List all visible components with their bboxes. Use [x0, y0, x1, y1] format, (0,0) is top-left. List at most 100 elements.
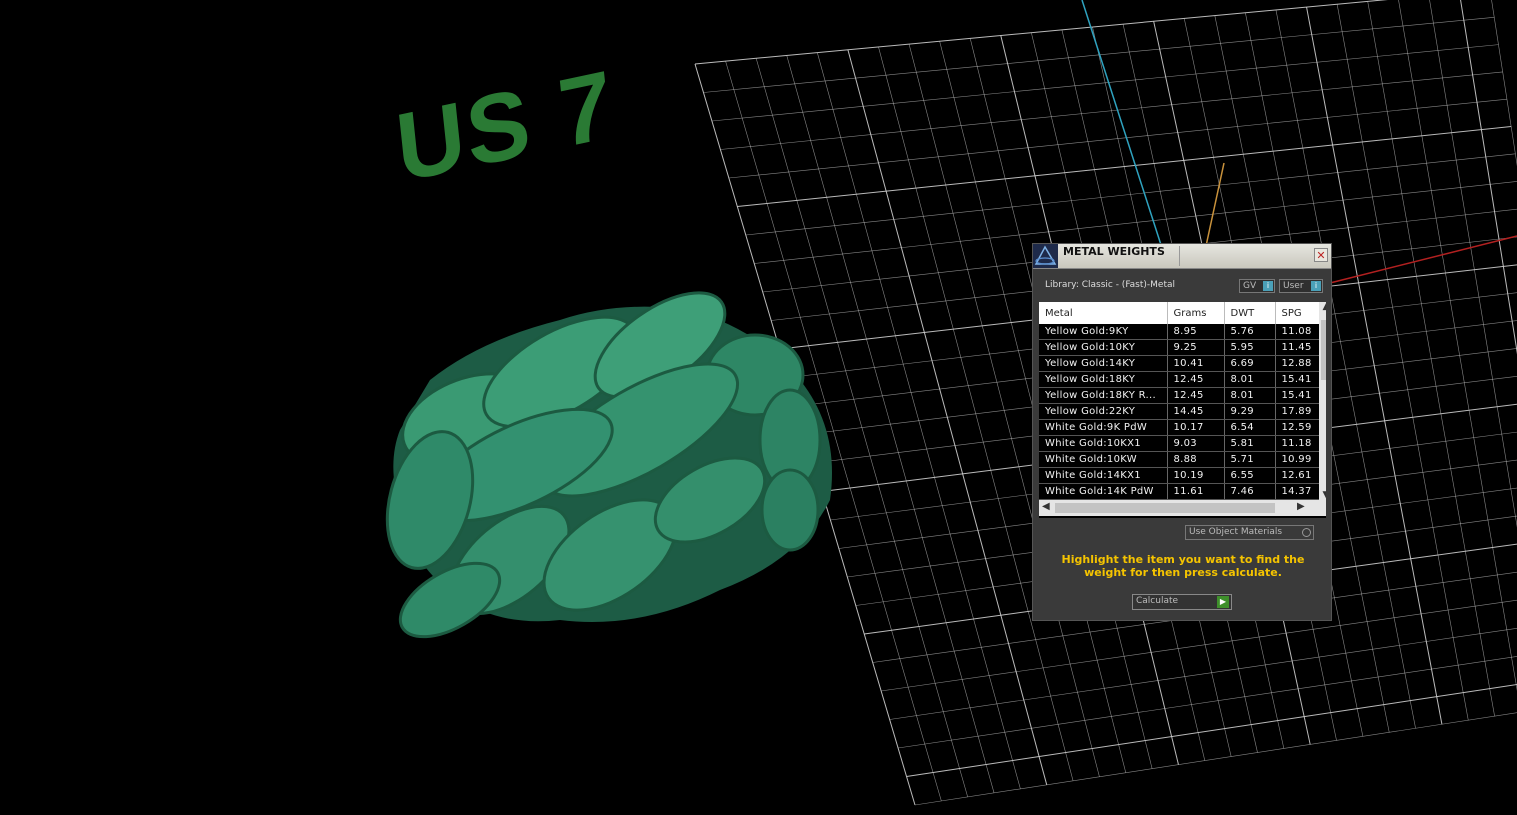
- table-row[interactable]: White Gold:14KX1 10.19 6.55 12.61: [1039, 467, 1326, 484]
- cell-spg: 14.37: [1275, 483, 1326, 500]
- scroll-left-icon[interactable]: ◀: [1042, 501, 1050, 512]
- cell-dwt: 5.81: [1224, 435, 1276, 452]
- cell-spg: 15.41: [1275, 371, 1326, 388]
- table-row[interactable]: White Gold:9K PdW 10.17 6.54 12.59: [1039, 419, 1326, 436]
- table-row[interactable]: Yellow Gold:14KY 10.41 6.69 12.88: [1039, 355, 1326, 372]
- cell-metal: White Gold:10KW: [1039, 451, 1168, 468]
- table-row[interactable]: Yellow Gold:10KY 9.25 5.95 11.45: [1039, 339, 1326, 356]
- cell-grams: 9.03: [1167, 435, 1225, 452]
- cell-dwt: 5.76: [1224, 324, 1276, 340]
- gv-toggle[interactable]: GV i: [1239, 279, 1275, 293]
- dialog-titlebar[interactable]: METAL WEIGHTS ✕: [1033, 244, 1331, 269]
- dialog-title: METAL WEIGHTS: [1063, 245, 1165, 258]
- column-header-metal[interactable]: Metal: [1039, 302, 1168, 324]
- grid-line: [1367, 1, 1495, 717]
- gv-toggle-label: GV: [1243, 281, 1257, 291]
- app-logo-icon: [1033, 244, 1058, 268]
- cell-grams: 9.25: [1167, 339, 1225, 356]
- grid-line: [1336, 4, 1469, 721]
- cell-dwt: 5.95: [1224, 339, 1276, 356]
- cell-grams: 12.45: [1167, 371, 1225, 388]
- cell-spg: 15.41: [1275, 387, 1326, 404]
- cell-metal: White Gold:14KX1: [1039, 467, 1168, 484]
- vertical-scroll-thumb[interactable]: [1321, 320, 1326, 380]
- calculate-label: Calculate: [1136, 596, 1179, 606]
- cell-grams: 14.45: [1167, 403, 1225, 420]
- horizontal-scrollbar[interactable]: ◀ ▶: [1039, 500, 1326, 516]
- table-row[interactable]: Yellow Gold:18KY 12.45 8.01 15.41: [1039, 371, 1326, 388]
- horizontal-scroll-thumb[interactable]: [1055, 503, 1275, 513]
- metal-table[interactable]: Metal Grams DWT SPG Yellow Gold:9KY 8.95 5…: [1039, 302, 1326, 518]
- z-axis-line: [1205, 162, 1225, 247]
- instruction-text: Highlight the item you want to find the …: [1061, 553, 1305, 579]
- close-button[interactable]: ✕: [1314, 248, 1328, 262]
- cell-grams: 10.17: [1167, 419, 1225, 436]
- cell-metal: White Gold:9K PdW: [1039, 419, 1168, 436]
- table-row[interactable]: Yellow Gold:22KY 14.45 9.29 17.89: [1039, 403, 1326, 420]
- cell-spg: 10.99: [1275, 451, 1326, 468]
- table-row[interactable]: White Gold:14K PdW 11.61 7.46 14.37: [1039, 483, 1326, 500]
- user-toggle-label: User: [1283, 281, 1304, 291]
- table-row[interactable]: White Gold:10KW 8.88 5.71 10.99: [1039, 451, 1326, 468]
- cell-grams: 10.41: [1167, 355, 1225, 372]
- cell-metal: Yellow Gold:9KY: [1039, 324, 1168, 340]
- cell-metal: Yellow Gold:18KY: [1039, 371, 1168, 388]
- cell-dwt: 6.55: [1224, 467, 1276, 484]
- cell-metal: Yellow Gold:22KY: [1039, 403, 1168, 420]
- grid-line: [889, 627, 1517, 720]
- cell-spg: 12.59: [1275, 419, 1326, 436]
- cell-dwt: 9.29: [1224, 403, 1276, 420]
- grid-line: [1398, 0, 1517, 691]
- column-header-grams[interactable]: Grams: [1167, 302, 1225, 324]
- cell-metal: Yellow Gold:14KY: [1039, 355, 1168, 372]
- cell-spg: 12.88: [1275, 355, 1326, 372]
- cell-grams: 11.61: [1167, 483, 1225, 500]
- cell-grams: 8.95: [1167, 324, 1225, 340]
- cell-dwt: 8.01: [1224, 387, 1276, 404]
- cell-metal: White Gold:10KX1: [1039, 435, 1168, 452]
- scroll-right-icon[interactable]: ▶: [1297, 501, 1305, 512]
- cell-metal: Yellow Gold:10KY: [1039, 339, 1168, 356]
- column-header-dwt[interactable]: DWT: [1224, 302, 1276, 324]
- table-row[interactable]: Yellow Gold:18KY R... 12.45 8.01 15.41: [1039, 387, 1326, 404]
- column-header-spg[interactable]: SPG: [1275, 302, 1326, 324]
- cell-spg: 12.61: [1275, 467, 1326, 484]
- cell-dwt: 6.54: [1224, 419, 1276, 436]
- cell-grams: 12.45: [1167, 387, 1225, 404]
- ring-model[interactable]: [373, 272, 832, 651]
- table-row[interactable]: Yellow Gold:9KY 8.95 5.76 11.08: [1039, 324, 1326, 340]
- cell-grams: 10.19: [1167, 467, 1225, 484]
- play-arrow-icon: ▶: [1217, 596, 1229, 608]
- use-object-materials-label: Use Object Materials: [1189, 527, 1283, 537]
- info-icon: i: [1311, 281, 1321, 291]
- info-icon: i: [1263, 281, 1273, 291]
- cell-dwt: 5.71: [1224, 451, 1276, 468]
- metal-weights-dialog[interactable]: METAL WEIGHTS ✕ Library: Classic - (Fast…: [1032, 243, 1332, 621]
- cell-metal: Yellow Gold:18KY R...: [1039, 387, 1168, 404]
- table-header-row: Metal Grams DWT SPG: [1039, 302, 1326, 324]
- scroll-down-icon[interactable]: ▼: [1321, 490, 1326, 500]
- vertical-scrollbar[interactable]: ▲ ▼: [1319, 302, 1326, 500]
- radio-icon[interactable]: [1302, 528, 1311, 537]
- table-row[interactable]: White Gold:10KX1 9.03 5.81 11.18: [1039, 435, 1326, 452]
- cell-dwt: 6.69: [1224, 355, 1276, 372]
- cell-spg: 11.45: [1275, 339, 1326, 356]
- cell-dwt: 7.46: [1224, 483, 1276, 500]
- grid-line: [898, 656, 1517, 749]
- user-toggle[interactable]: User i: [1279, 279, 1323, 293]
- cell-metal: White Gold:14K PdW: [1039, 483, 1168, 500]
- cell-spg: 11.08: [1275, 324, 1326, 340]
- calculate-button[interactable]: Calculate ▶: [1132, 594, 1232, 610]
- title-divider: [1179, 246, 1180, 266]
- weights-table: Metal Grams DWT SPG Yellow Gold:9KY 8.95 5…: [1039, 302, 1326, 500]
- cell-grams: 8.88: [1167, 451, 1225, 468]
- cell-spg: 17.89: [1275, 403, 1326, 420]
- scroll-up-icon[interactable]: ▲: [1321, 302, 1326, 312]
- grid-line: [906, 684, 1517, 777]
- use-object-materials-option[interactable]: Use Object Materials: [1185, 525, 1314, 540]
- grid-line: [914, 712, 1517, 806]
- cell-dwt: 8.01: [1224, 371, 1276, 388]
- library-label: Library: Classic - (Fast)-Metal: [1045, 280, 1176, 290]
- y-axis-line: [1081, 0, 1163, 249]
- cell-spg: 11.18: [1275, 435, 1326, 452]
